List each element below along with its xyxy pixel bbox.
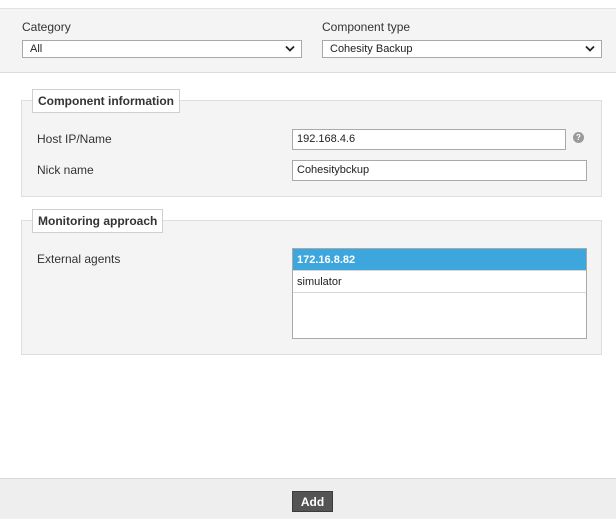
component-type-value: Cohesity Backup — [330, 43, 413, 55]
host-input[interactable]: 192.168.4.6 — [292, 129, 566, 150]
add-button[interactable]: Add — [292, 491, 333, 512]
help-icon[interactable]: ? — [573, 132, 584, 143]
monitoring-approach-legend: Monitoring approach — [32, 209, 164, 233]
nick-name-input[interactable]: Cohesitybckup — [292, 160, 587, 181]
category-label: Category — [22, 20, 71, 34]
list-item[interactable]: 172.16.8.82 — [293, 249, 586, 271]
component-information-legend: Component information — [32, 89, 180, 113]
category-select[interactable]: All — [22, 40, 302, 58]
list-item[interactable]: simulator — [293, 271, 586, 293]
component-type-label: Component type — [322, 20, 411, 34]
component-type-select[interactable]: Cohesity Backup — [322, 40, 602, 58]
host-label: Host IP/Name — [37, 132, 112, 146]
nick-name-label: Nick name — [37, 163, 94, 177]
category-value: All — [30, 43, 43, 55]
external-agents-list[interactable]: 172.16.8.82 simulator — [292, 248, 587, 339]
chevron-down-icon — [285, 45, 295, 52]
chevron-down-icon — [585, 45, 595, 52]
external-agents-label: External agents — [37, 252, 121, 266]
